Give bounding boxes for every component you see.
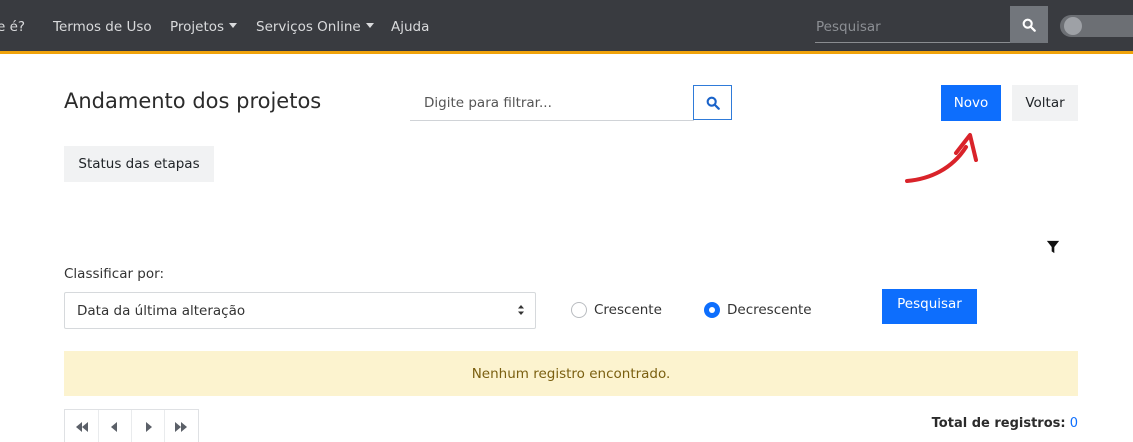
chevron-down-icon: [365, 23, 374, 28]
sort-select[interactable]: Data da última alteração: [64, 292, 536, 329]
total-records-label: Total de registros:: [931, 416, 1066, 431]
filter-icon: [1046, 240, 1060, 254]
nav-search-input[interactable]: Pesquisar: [815, 9, 1010, 43]
prev-page-icon: [111, 422, 117, 432]
top-navbar: e é? Termos de Uso Projetos Serviços Onl…: [0, 0, 1133, 54]
back-button[interactable]: Voltar: [1012, 85, 1078, 121]
page-title: Andamento dos projetos: [64, 89, 322, 113]
sort-label: Classificar por:: [64, 266, 164, 282]
sort-updown-icon: [518, 305, 524, 315]
nav-menu-projects[interactable]: Projetos: [170, 19, 238, 35]
prev-page-button[interactable]: [98, 410, 131, 442]
sort-ascending-radio[interactable]: [571, 302, 587, 318]
empty-results-alert: Nenhum registro encontrado.: [64, 351, 1078, 396]
nav-online-services-label: Serviços Online: [256, 19, 361, 35]
next-page-button[interactable]: [131, 410, 164, 442]
total-records-value: 0: [1069, 416, 1078, 431]
search-button[interactable]: Pesquisar: [882, 289, 977, 324]
search-icon: [1022, 18, 1036, 32]
filter-toggle-button[interactable]: [1040, 234, 1066, 260]
sort-descending-label[interactable]: Decrescente: [727, 302, 812, 318]
filter-input[interactable]: Digite para filtrar...: [410, 85, 694, 121]
nav-link-terms[interactable]: Termos de Uso: [53, 19, 152, 35]
nav-search-button[interactable]: [1010, 6, 1048, 43]
first-page-icon: [75, 422, 88, 432]
nav-menu-online-services[interactable]: Serviços Online: [256, 19, 374, 35]
filter-search-button[interactable]: [693, 85, 732, 120]
search-icon: [706, 96, 720, 110]
nav-projects-label: Projetos: [170, 19, 225, 35]
new-button[interactable]: Novo: [941, 85, 1001, 121]
first-page-button[interactable]: [65, 410, 98, 442]
chevron-down-icon: [229, 23, 238, 28]
annotation-arrow: [905, 133, 978, 183]
last-page-button[interactable]: [164, 410, 197, 442]
stage-status-button[interactable]: Status das etapas: [64, 146, 214, 182]
last-page-icon: [175, 422, 187, 432]
sort-descending-radio[interactable]: [704, 302, 720, 318]
user-avatar[interactable]: [1060, 15, 1133, 37]
empty-results-message: Nenhum registro encontrado.: [471, 365, 671, 382]
nav-link-about[interactable]: e é?: [0, 19, 25, 35]
next-page-icon: [146, 422, 152, 432]
pagination: [64, 409, 199, 442]
sort-ascending-label[interactable]: Crescente: [594, 302, 662, 318]
sort-select-value: Data da última alteração: [77, 303, 246, 319]
nav-link-help[interactable]: Ajuda: [391, 19, 429, 35]
total-records: Total de registros: 0: [932, 416, 1078, 431]
